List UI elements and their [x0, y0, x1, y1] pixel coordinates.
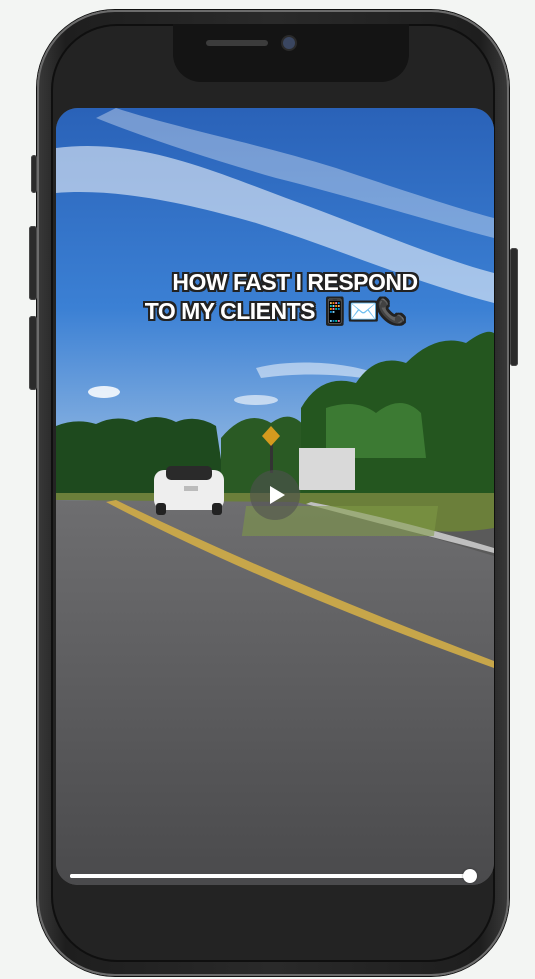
video-caption: HOW FAST I RESPOND TO MY CLIENTS 📱✉️📞 [56, 268, 494, 326]
play-button[interactable] [250, 470, 300, 520]
side-button-volume-down [29, 316, 37, 390]
side-button-mute [31, 155, 37, 193]
video-progress-knob[interactable] [463, 869, 477, 883]
video-player[interactable]: HOW FAST I RESPOND TO MY CLIENTS 📱✉️📞 [56, 108, 494, 885]
video-progress-fill [70, 874, 470, 878]
caption-line-2: TO MY CLIENTS 📱✉️📞 [144, 298, 406, 324]
side-button-power [510, 248, 518, 366]
front-camera [283, 37, 295, 49]
caption-line-1: HOW FAST I RESPOND [172, 269, 418, 295]
side-button-volume-up [29, 226, 37, 300]
video-progress-bar[interactable] [70, 869, 477, 883]
play-icon [269, 486, 285, 504]
phone-notch [173, 24, 409, 82]
speaker-grille [206, 40, 268, 46]
